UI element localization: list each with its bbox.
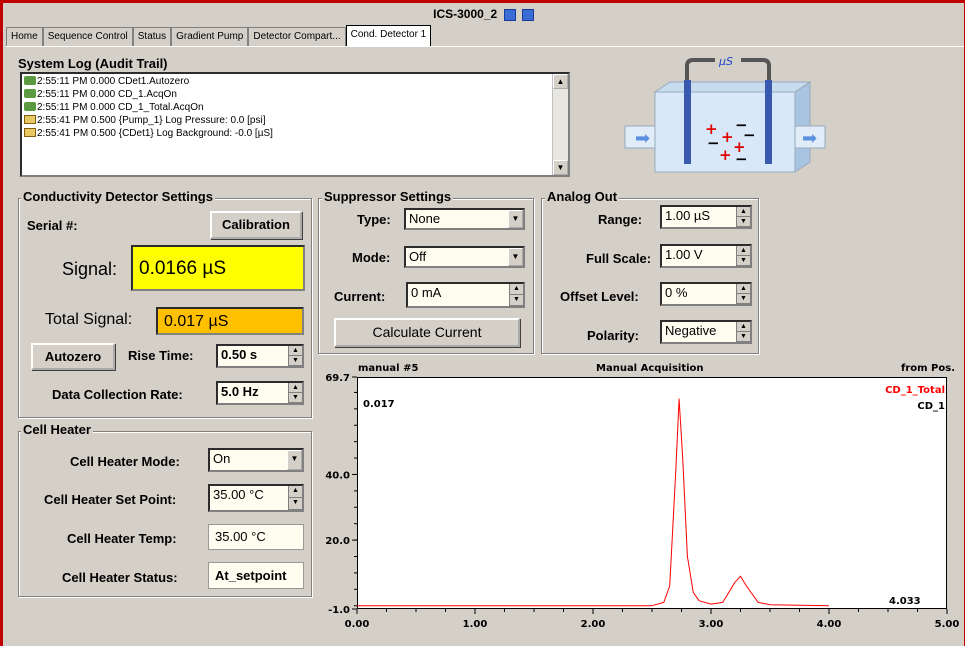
y-tick-label: 69.7	[325, 373, 350, 384]
x-tick-label: 2.00	[581, 619, 606, 630]
x-tick-label: 4.00	[817, 619, 842, 630]
chart-svg: -1.0 20.0 40.0 69.7 0.00 1.00 2.00 3.00 4.00 5.00	[325, 373, 960, 630]
y-tick-label: -1.0	[328, 605, 350, 616]
series-line-0	[357, 398, 830, 607]
x-tick-label: 3.00	[699, 619, 724, 630]
x-tick-label: 0.00	[345, 619, 370, 630]
y-tick-label: 20.0	[325, 536, 350, 547]
x-tick-label: 1.00	[463, 619, 488, 630]
x-tick-label: 5.00	[935, 619, 960, 630]
y-tick-label: 40.0	[325, 470, 350, 481]
